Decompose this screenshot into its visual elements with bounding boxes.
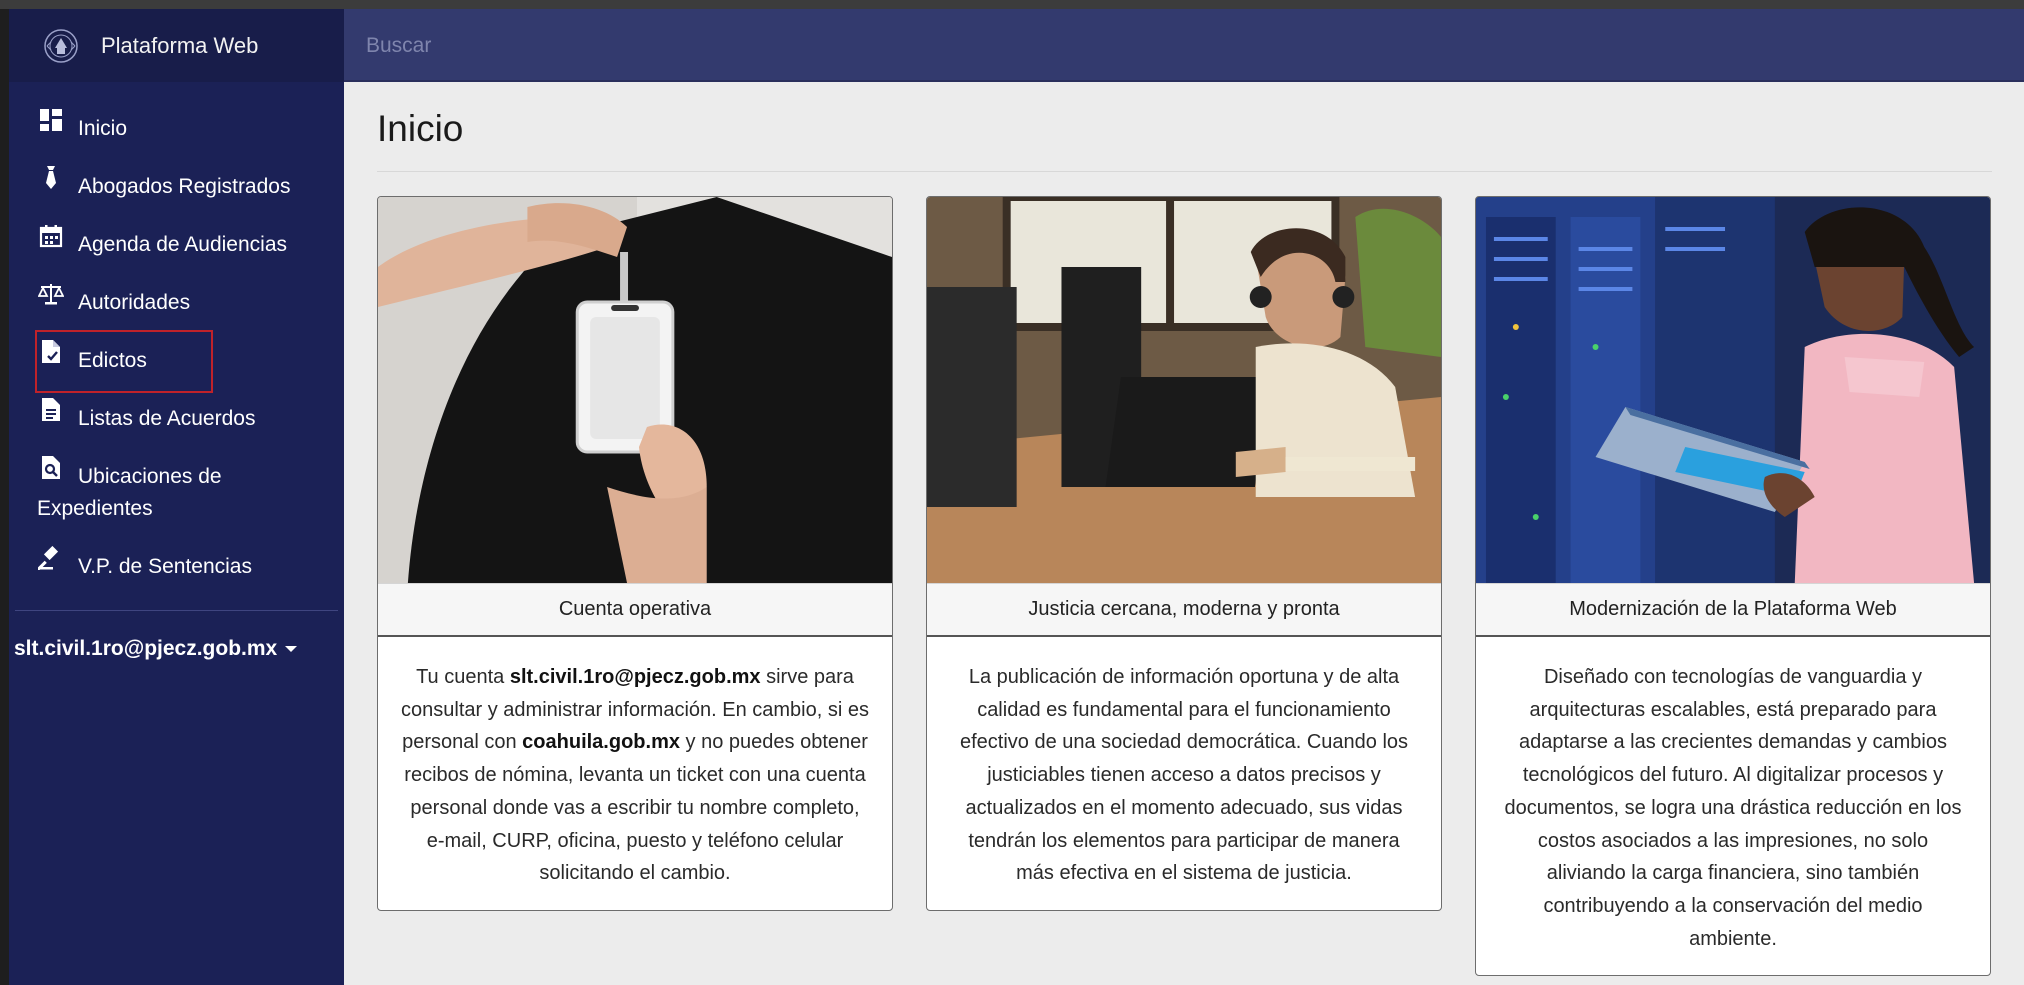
main-content: Inicio Cuenta operativa Tu cuenta slt.ci… [344,82,2024,985]
account-email: slt.civil.1ro@pjecz.gob.mx [509,666,761,688]
id-badge-photo [378,197,892,583]
search-input[interactable] [366,9,1166,82]
card-body: La publicación de información oportuna y… [959,666,1409,885]
seal-logo-icon [42,27,80,65]
sidebar-item-label: Ubicaciones de Expedientes [37,465,222,520]
page-title: Inicio [377,108,464,149]
sidebar-item-abogados[interactable]: Abogados Registrados [9,154,344,212]
brand[interactable]: Plataforma Web [9,9,344,82]
file-search-icon [37,454,65,482]
sidebar-divider [15,610,338,611]
sidebar-item-autoridades[interactable]: Autoridades [9,270,344,328]
sidebar-item-label: Abogados Registrados [78,175,291,198]
sidebar: Plataforma Web Inicio Abogados Registrad… [9,9,344,985]
office-worker-photo [927,197,1441,583]
top-bar [344,9,2024,82]
sidebar-item-label: Listas de Acuerdos [78,407,256,430]
sidebar-item-edictos[interactable]: Edictos [9,328,344,393]
scale-icon [37,280,65,308]
title-divider [377,171,1992,172]
card-justicia: Justicia cercana, moderna y pronta La pu… [926,196,1442,911]
card-header: Cuenta operativa [378,583,892,637]
user-email: slt.civil.1ro@pjecz.gob.mx [14,637,278,660]
tie-icon [37,164,65,192]
app-title: Plataforma Web [101,32,259,58]
sidebar-item-label: Autoridades [78,291,191,314]
sidebar-item-label: Edictos [78,349,147,372]
card-body: Diseñado con tecnologías de vanguardia y… [1504,666,1962,950]
domain-text: coahuila.gob.mx [522,731,680,754]
sidebar-item-label: V.P. de Sentencias [78,555,252,578]
dashboard-icon [37,106,65,134]
sidebar-item-sentencias[interactable]: V.P. de Sentencias [9,534,344,592]
document-icon [37,396,65,424]
gavel-icon [37,544,65,572]
user-menu-dropdown[interactable]: slt.civil.1ro@pjecz.gob.mx [9,637,344,661]
server-room-photo [1476,197,1990,583]
card-header: Justicia cercana, moderna y pronta [927,583,1441,637]
card-body: Tu cuenta slt.civil.1ro@pjecz.gob.mx sir… [401,666,869,885]
caret-down-icon [285,646,298,652]
sidebar-item-label: Inicio [78,117,128,140]
card-modernizacion: Modernización de la Plataforma Web Diseñ… [1475,196,1991,977]
sidebar-item-label: Agenda de Audiencias [78,233,288,256]
window-left-edge [0,9,9,985]
window-top-strip [0,0,2024,9]
sidebar-item-ubicaciones[interactable]: Ubicaciones de Expedientes [9,444,344,534]
card-header: Modernización de la Plataforma Web [1476,583,1990,637]
sidebar-nav: Inicio Abogados Registrados Agenda de Au… [9,82,344,592]
sidebar-item-agenda[interactable]: Agenda de Audiencias [9,212,344,270]
card-cuenta-operativa: Cuenta operativa Tu cuenta slt.civil.1ro… [377,196,893,911]
document-check-icon [37,338,65,366]
calendar-icon [37,222,65,250]
sidebar-item-listas[interactable]: Listas de Acuerdos [9,386,344,444]
sidebar-item-inicio[interactable]: Inicio [9,96,344,154]
